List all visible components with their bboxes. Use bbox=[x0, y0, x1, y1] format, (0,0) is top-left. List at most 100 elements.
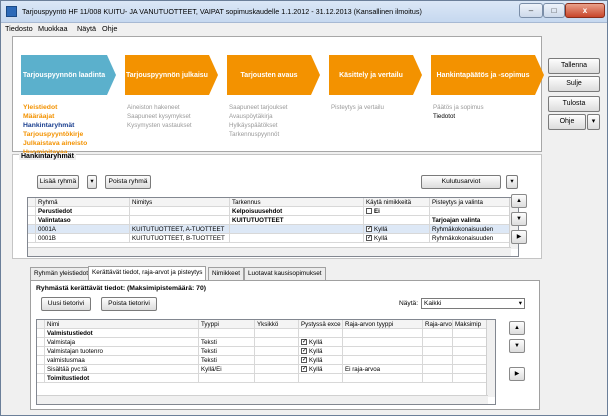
maximize-button[interactable]: □ bbox=[543, 3, 565, 18]
col-kayta-nimikkeita[interactable]: Käytä nimikkeitä bbox=[364, 198, 430, 207]
collect-table-cell[interactable] bbox=[453, 374, 487, 383]
close-button[interactable]: x bbox=[565, 3, 605, 18]
collect-table-cell[interactable]: ✓ Kyllä bbox=[299, 356, 343, 365]
collect-table-row[interactable]: Valmistaja Teksti ✓ Kyllä bbox=[37, 338, 495, 347]
step-laadinta[interactable]: Tarjouspyynnön laadinta bbox=[20, 54, 116, 96]
checkbox[interactable]: ✓ bbox=[366, 235, 372, 242]
col-yksikko[interactable]: Yksikkö bbox=[255, 320, 299, 329]
nav-tiedotot[interactable]: Tiedotot bbox=[433, 112, 484, 121]
collect-table-cell[interactable] bbox=[343, 374, 423, 383]
collect-table-cell[interactable] bbox=[343, 356, 423, 365]
collect-table-row[interactable]: Valmistustiedot bbox=[37, 329, 495, 338]
step-avaus[interactable]: Tarjousten avaus bbox=[227, 55, 320, 95]
col-ryhma[interactable]: Ryhmä bbox=[36, 198, 130, 207]
nav-aineiston-hakeneet[interactable]: Aineiston hakeneet bbox=[127, 103, 192, 112]
collect-table-cell[interactable] bbox=[199, 374, 255, 383]
groups-table-row[interactable]: 0001A KUITUTUOTTEET, A-TUOTTEET ✓ Kyllä Ryhm… bbox=[28, 225, 518, 234]
row-selector[interactable] bbox=[28, 207, 36, 216]
col-raja-arvon-tyyppi[interactable]: Raja-arvon tyyppi bbox=[343, 320, 423, 329]
groups-table-cell[interactable] bbox=[230, 225, 364, 234]
show-filter-select[interactable]: Kaikki ▾ bbox=[421, 298, 525, 309]
nav-avauspoytakirja[interactable]: Avauspöytäkirja bbox=[229, 112, 287, 121]
collect-table-cell[interactable] bbox=[423, 338, 453, 347]
collect-move-down-button[interactable]: ▼ bbox=[509, 339, 525, 353]
checkbox[interactable]: ✓ bbox=[301, 339, 307, 346]
collect-move-right-button[interactable]: ▶ bbox=[509, 367, 525, 381]
checkbox[interactable] bbox=[366, 208, 372, 215]
nav-pisteytys-ja-vertailu[interactable]: Pisteytys ja vertailu bbox=[331, 103, 384, 112]
collect-table-row[interactable]: Toimitustiedot bbox=[37, 374, 495, 383]
collect-table-row[interactable]: Sisältää pvc:tä Kyllä/Ei ✓ Kyllä Ei raja-arv… bbox=[37, 365, 495, 374]
col-pisteytys[interactable]: Pisteytys ja valinta bbox=[430, 198, 512, 207]
nav-maaraajat[interactable]: Määräajat bbox=[23, 112, 87, 121]
checkbox[interactable]: ✓ bbox=[301, 366, 307, 373]
collect-table-cell[interactable]: Teksti bbox=[199, 347, 255, 356]
collect-table-cell[interactable] bbox=[453, 365, 487, 374]
groups-table-cell[interactable]: Ryhmäkokonaisuuden bbox=[430, 225, 512, 234]
step-julkaisu[interactable]: Tarjouspyynnön julkaisu bbox=[125, 55, 218, 95]
nav-julkaistava-aineisto[interactable]: Julkaistava aineisto bbox=[23, 139, 87, 148]
row-selector[interactable] bbox=[28, 234, 36, 243]
collect-table-cell[interactable]: Toimitustiedot bbox=[45, 374, 199, 383]
groups-table-cell[interactable] bbox=[130, 216, 230, 225]
nav-saapuneet-tarjoukset[interactable]: Saapuneet tarjoukset bbox=[229, 103, 287, 112]
save-button[interactable]: Tallenna bbox=[548, 58, 600, 74]
row-selector[interactable] bbox=[37, 365, 45, 374]
groups-table-cell[interactable] bbox=[230, 234, 364, 243]
groups-table-cell[interactable]: Kelpoisuusehdot bbox=[230, 207, 364, 216]
step-kasittely[interactable]: Käsittely ja vertailu bbox=[329, 55, 422, 95]
groups-table-cell[interactable]: ✓ Kyllä bbox=[364, 234, 430, 243]
groups-move-down-button[interactable]: ▼ bbox=[511, 212, 527, 226]
collect-vertical-scrollbar[interactable] bbox=[486, 320, 495, 397]
groups-table-cell[interactable]: Perustiedot bbox=[36, 207, 130, 216]
collect-table-row[interactable]: Valmistajan tuotenro Teksti ✓ Kyllä bbox=[37, 347, 495, 356]
collect-table-cell[interactable] bbox=[299, 329, 343, 338]
collect-table-cell[interactable] bbox=[453, 347, 487, 356]
nav-paatos-ja-sopimus[interactable]: Päätös ja sopimus bbox=[433, 103, 484, 112]
groups-table-row[interactable]: 0001B KUITUTUOTTEET, B-TUOTTEET ✓ Kyllä Ryhm… bbox=[28, 234, 518, 243]
groups-horizontal-scrollbar[interactable] bbox=[28, 247, 511, 256]
nav-saapuneet-kysymykset[interactable]: Saapuneet kysymykset bbox=[127, 112, 192, 121]
add-group-dropdown[interactable]: ▾ bbox=[87, 175, 97, 189]
print-button[interactable]: Tulosta bbox=[548, 96, 600, 112]
collect-table-cell[interactable] bbox=[255, 365, 299, 374]
nav-hankintaryhmat[interactable]: Hankintaryhmät bbox=[23, 121, 87, 130]
checkbox[interactable]: ✓ bbox=[301, 357, 307, 364]
row-selector[interactable] bbox=[28, 225, 36, 234]
add-group-button[interactable]: Lisää ryhmä bbox=[37, 175, 79, 189]
nav-kysymysten-vastaukset[interactable]: Kysymysten vastaukset bbox=[127, 121, 192, 130]
collect-table-cell[interactable] bbox=[343, 338, 423, 347]
row-selector[interactable] bbox=[28, 216, 36, 225]
row-selector[interactable] bbox=[37, 329, 45, 338]
collect-table-cell[interactable] bbox=[423, 374, 453, 383]
groups-table-row[interactable]: Valintataso KUITUTUOTTEET Tarjoajan valint… bbox=[28, 216, 518, 225]
tab-ryhman-yleistiedot[interactable]: Ryhmän yleistiedot bbox=[30, 267, 92, 280]
collect-table-cell[interactable] bbox=[199, 329, 255, 338]
collect-table-cell[interactable] bbox=[255, 356, 299, 365]
groups-table-cell[interactable]: KUITUTUOTTEET, B-TUOTTEET bbox=[130, 234, 230, 243]
row-selector[interactable] bbox=[37, 338, 45, 347]
collect-table-cell[interactable]: ✓ Kyllä bbox=[299, 347, 343, 356]
collect-table-cell[interactable]: Kyllä/Ei bbox=[199, 365, 255, 374]
col-nimi[interactable]: Nimi bbox=[45, 320, 199, 329]
collect-table-cell[interactable] bbox=[423, 365, 453, 374]
groups-table-cell[interactable]: KUITUTUOTTEET bbox=[230, 216, 364, 225]
collect-table-cell[interactable] bbox=[423, 356, 453, 365]
menu-ohje[interactable]: Ohje bbox=[102, 24, 117, 33]
collect-table-cell[interactable] bbox=[453, 329, 487, 338]
new-row-button[interactable]: Uusi tietorivi bbox=[41, 297, 91, 311]
groups-table-cell[interactable]: 0001B bbox=[36, 234, 130, 243]
groups-table-cell[interactable] bbox=[430, 207, 512, 216]
tab-luotavat-kausisopimukset[interactable]: Luotavat kausisopimukset bbox=[244, 267, 326, 280]
menu-muokkaa[interactable]: Muokkaa bbox=[38, 24, 68, 33]
collect-table-cell[interactable] bbox=[423, 329, 453, 338]
collect-table-cell[interactable] bbox=[255, 338, 299, 347]
help-button[interactable]: Ohje bbox=[548, 114, 586, 130]
collect-table-cell[interactable] bbox=[255, 347, 299, 356]
collect-table-cell[interactable]: ✓ Kyllä bbox=[299, 365, 343, 374]
close-view-button[interactable]: Sulje bbox=[548, 76, 600, 92]
nav-yleistiedot[interactable]: Yleistiedot bbox=[23, 103, 87, 112]
groups-table-cell[interactable]: Tarjoajan valinta bbox=[430, 216, 512, 225]
collect-horizontal-scrollbar[interactable] bbox=[37, 395, 488, 404]
groups-table-cell[interactable]: ✓ Kyllä bbox=[364, 225, 430, 234]
